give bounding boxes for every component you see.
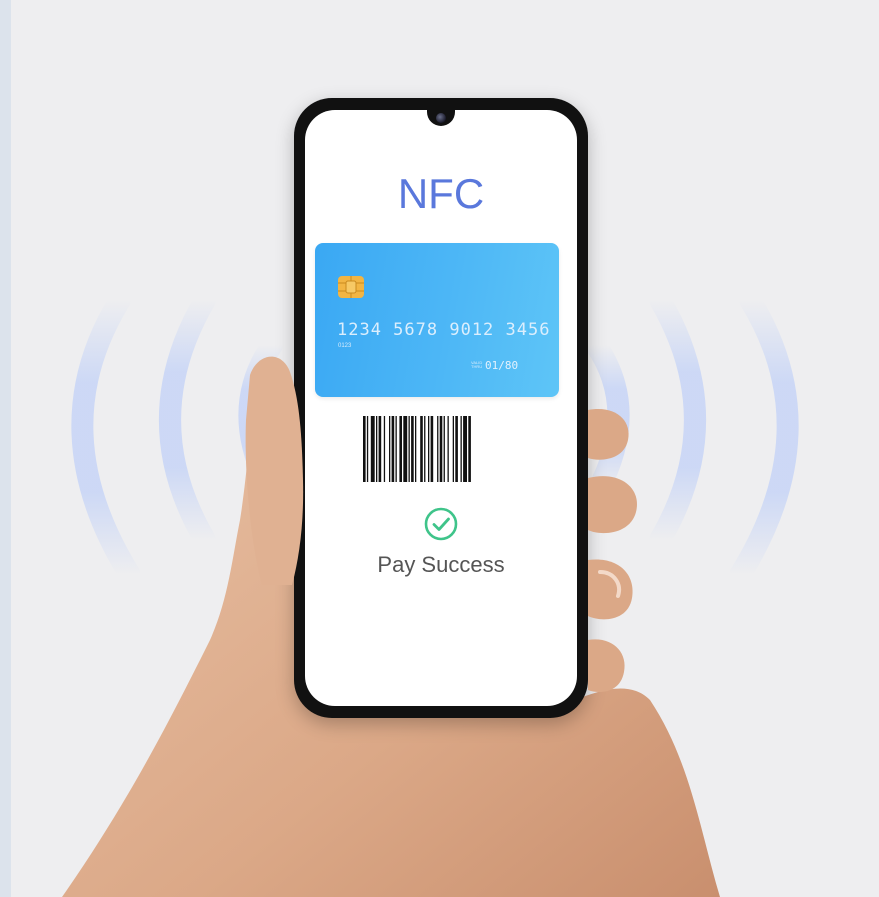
- card-expiry: 01/80: [485, 359, 519, 372]
- card-valid-label: VALID THRU: [471, 360, 483, 369]
- card-number: 1234 5678 9012 3456: [337, 320, 551, 340]
- nfc-waves-right-icon: [585, 289, 799, 586]
- phone-screen: NFC 1234 5678 9012 3456 0123 VALID THRU …: [305, 110, 577, 706]
- card-sub-number: 0123: [338, 343, 352, 349]
- camera-icon: [436, 113, 446, 123]
- nfc-title: NFC: [397, 170, 485, 217]
- pay-status-text: Pay Success: [377, 552, 505, 577]
- phone-device: NFC 1234 5678 9012 3456 0123 VALID THRU …: [294, 98, 588, 718]
- check-circle-icon: [424, 507, 458, 541]
- payment-card[interactable]: 1234 5678 9012 3456 0123 VALID THRU 01/8…: [315, 243, 559, 397]
- barcode-icon: [363, 416, 471, 482]
- front-camera-notch: [427, 110, 455, 126]
- card-chip-icon: [338, 276, 364, 298]
